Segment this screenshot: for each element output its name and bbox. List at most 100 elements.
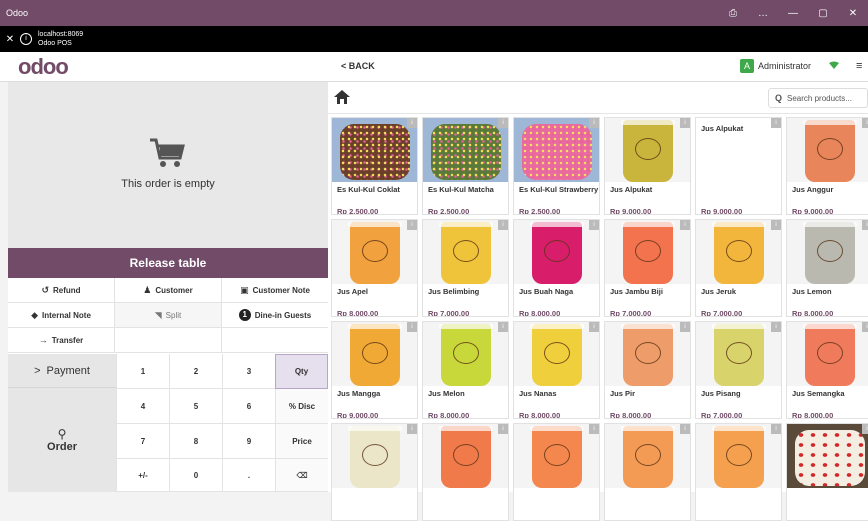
split-button[interactable]: ◥ Split	[115, 303, 222, 327]
key-4[interactable]: 4	[116, 389, 169, 424]
product-info-icon[interactable]: i	[680, 322, 690, 332]
product-card[interactable]: i Jus Pir Rp 8,000.00	[604, 321, 691, 419]
product-card[interactable]: i Jus Nanas Rp 8,000.00	[513, 321, 600, 419]
qty-mode-button[interactable]: Qty	[275, 354, 328, 389]
key-9[interactable]: 9	[222, 424, 275, 459]
product-name: Jus Belimbing	[428, 287, 480, 296]
search-placeholder: Search products...	[787, 93, 852, 103]
product-card[interactable]: i	[604, 423, 691, 521]
product-card[interactable]: i Jus Jeruk Rp 7,000.00	[695, 219, 782, 317]
product-card[interactable]: i Jus Belimbing Rp 7,000.00	[422, 219, 509, 317]
juice-cup-image	[803, 222, 857, 284]
product-info-icon[interactable]: i	[771, 220, 781, 230]
plus-minus-key[interactable]: +/-	[116, 459, 169, 492]
product-name: Jus Semangka	[792, 389, 845, 398]
customer-note-button[interactable]: ▣ Customer Note	[222, 278, 328, 302]
window-minimize-button[interactable]: —	[778, 8, 808, 19]
transfer-button[interactable]: → Transfer	[8, 328, 115, 352]
customer-button[interactable]: ♟ Customer	[115, 278, 222, 302]
close-icon[interactable]: ✕	[0, 34, 20, 45]
product-info-icon[interactable]: i	[498, 424, 508, 434]
key-0[interactable]: 0	[169, 459, 222, 492]
product-image	[514, 118, 599, 182]
product-info-icon[interactable]: i	[407, 220, 417, 230]
product-card[interactable]: i	[331, 423, 418, 521]
product-info-icon[interactable]: i	[862, 322, 868, 332]
release-table-button[interactable]: Release table	[8, 248, 328, 278]
price-mode-button[interactable]: Price	[275, 424, 328, 459]
product-card[interactable]: i Jus Anggur Rp 9,000.00	[786, 117, 868, 215]
product-card[interactable]: i Es Kul-Kul Matcha Rp 2,500.00	[422, 117, 509, 215]
hamburger-menu-icon[interactable]: ≡	[856, 60, 862, 72]
payment-button[interactable]: > Payment	[8, 354, 116, 387]
key-3[interactable]: 3	[222, 354, 275, 389]
key-6[interactable]: 6	[222, 389, 275, 424]
product-info-icon[interactable]: i	[589, 118, 599, 128]
key-8[interactable]: 8	[169, 424, 222, 459]
product-card[interactable]: i	[695, 423, 782, 521]
product-card[interactable]: i Es Kul-Kul Strawberry Rp 2,500.00	[513, 117, 600, 215]
window-more-icon[interactable]: …	[748, 8, 778, 19]
product-card[interactable]: i	[786, 423, 868, 521]
product-image	[423, 118, 508, 182]
order-button[interactable]: ⚲ Order	[8, 387, 116, 492]
key-7[interactable]: 7	[116, 424, 169, 459]
product-card[interactable]: i Jus Pisang Rp 7,000.00	[695, 321, 782, 419]
product-card[interactable]: i Jus Mangga Rp 9,000.00	[331, 321, 418, 419]
product-info-icon[interactable]: i	[771, 322, 781, 332]
product-card[interactable]: i Jus Melon Rp 8,000.00	[422, 321, 509, 419]
product-image	[423, 322, 508, 386]
decimal-key[interactable]: .	[222, 459, 275, 492]
window-close-button[interactable]: ✕	[838, 8, 868, 19]
customer-note-label: Customer Note	[252, 285, 310, 295]
product-card[interactable]: i Es Kul-Kul Coklat Rp 2,500.00	[331, 117, 418, 215]
dine-in-guests-button[interactable]: 1 Dine-in Guests	[222, 303, 328, 327]
order-label: Order	[47, 441, 77, 453]
window-controls: ⎙ … — ▢ ✕	[718, 8, 868, 19]
info-icon[interactable]: i	[20, 33, 32, 45]
product-card[interactable]: i Jus Buah Naga Rp 8,000.00	[513, 219, 600, 317]
product-info-icon[interactable]: i	[862, 220, 868, 230]
backspace-key[interactable]: ⌫	[275, 459, 328, 492]
search-input[interactable]: Q Search products...	[768, 88, 868, 108]
product-card[interactable]: i Jus Jambu Biji Rp 7,000.00	[604, 219, 691, 317]
product-card[interactable]: i Jus Lemon Rp 8,000.00	[786, 219, 868, 317]
product-info-icon[interactable]: i	[589, 424, 599, 434]
product-info-icon[interactable]: i	[498, 322, 508, 332]
payung-logo-mark	[453, 342, 479, 364]
key-2[interactable]: 2	[169, 354, 222, 389]
product-info-icon[interactable]: i	[680, 220, 690, 230]
product-info-icon[interactable]: i	[589, 322, 599, 332]
product-card[interactable]: i Jus Alpukat Rp 9,000.00	[695, 117, 782, 215]
key-1[interactable]: 1	[116, 354, 169, 389]
user-menu[interactable]: A Administrator	[740, 59, 811, 73]
product-info-icon[interactable]: i	[407, 322, 417, 332]
product-card[interactable]: i Jus Apel Rp 8,000.00	[331, 219, 418, 317]
product-info-icon[interactable]: i	[407, 424, 417, 434]
product-info-icon[interactable]: i	[498, 220, 508, 230]
juice-cup-image	[621, 120, 675, 182]
product-card[interactable]: i	[422, 423, 509, 521]
window-extension-icon[interactable]: ⎙	[718, 8, 748, 19]
fork-knife-icon: ⚲	[57, 427, 67, 441]
product-info-icon[interactable]: i	[862, 118, 868, 128]
product-info-icon[interactable]: i	[680, 424, 690, 434]
refund-button[interactable]: ↺ Refund	[8, 278, 115, 302]
product-info-icon[interactable]: i	[498, 118, 508, 128]
product-card[interactable]: i Jus Alpukat Rp 9,000.00	[604, 117, 691, 215]
product-card[interactable]: i	[513, 423, 600, 521]
home-icon[interactable]	[334, 90, 350, 104]
product-card[interactable]: i Jus Semangka Rp 8,000.00	[786, 321, 868, 419]
discount-mode-button[interactable]: % Disc	[275, 389, 328, 424]
product-info-icon[interactable]: i	[589, 220, 599, 230]
product-info-icon[interactable]: i	[680, 118, 690, 128]
product-image	[423, 424, 508, 488]
payung-logo-mark	[544, 342, 570, 364]
internal-note-button[interactable]: ◆ Internal Note	[8, 303, 115, 327]
back-button[interactable]: < BACK	[341, 61, 375, 71]
product-info-icon[interactable]: i	[771, 424, 781, 434]
product-info-icon[interactable]: i	[862, 424, 868, 434]
window-maximize-button[interactable]: ▢	[808, 8, 838, 19]
product-info-icon[interactable]: i	[407, 118, 417, 128]
key-5[interactable]: 5	[169, 389, 222, 424]
